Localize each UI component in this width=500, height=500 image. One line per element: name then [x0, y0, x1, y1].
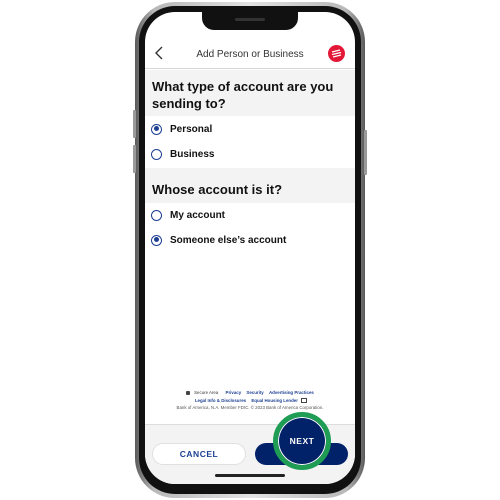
page-title: Add Person or Business [196, 48, 304, 60]
next-button-label[interactable]: NEXT [273, 412, 331, 470]
notch [202, 12, 298, 30]
lock-icon [186, 390, 191, 395]
radio-personal[interactable] [151, 123, 162, 135]
footer-row-links: Secure Area Privacy Security Advertising… [145, 389, 355, 397]
secure-area-label: Secure Area [194, 390, 219, 395]
privacy-link[interactable]: Privacy [226, 390, 242, 395]
volume-down-button [133, 145, 136, 173]
cancel-button[interactable]: CANCEL [152, 443, 246, 465]
radio-business[interactable] [151, 148, 162, 160]
nav-bar: Add Person or Business [145, 40, 355, 69]
option-personal[interactable]: Personal [151, 118, 349, 140]
equal-housing-link[interactable]: Equal Housing Lender [251, 398, 298, 403]
option-someone-else-label: Someone else’s account [170, 234, 287, 246]
legal-info-link[interactable]: Legal Info & Disclosures [195, 398, 246, 403]
option-business-label: Business [170, 148, 215, 160]
advertising-link[interactable]: Advertising Practices [269, 390, 314, 395]
bank-logo-icon [328, 45, 345, 62]
volume-up-button [133, 110, 136, 138]
option-personal-label: Personal [170, 123, 213, 135]
legal-text: Bank of America, N.A. Member FDIC. © 202… [176, 405, 324, 410]
option-my-account[interactable]: My account [151, 204, 349, 226]
option-someone-else[interactable]: Someone else’s account [151, 229, 349, 251]
equal-housing-icon [301, 397, 308, 403]
option-my-account-label: My account [170, 209, 226, 221]
footer-row-legal-links: Legal Info & Disclosures Equal Housing L… [145, 397, 355, 405]
home-indicator [215, 474, 285, 477]
option-business[interactable]: Business [151, 143, 349, 165]
account-type-question: What type of account are you sending to? [152, 79, 334, 111]
power-button [364, 130, 367, 175]
chevron-left-icon[interactable] [151, 42, 169, 64]
footer: Secure Area Privacy Security Advertising… [145, 389, 355, 412]
speaker [235, 18, 265, 21]
radio-someone-else[interactable] [151, 234, 162, 246]
radio-my-account[interactable] [151, 209, 162, 221]
secure-area[interactable]: Secure Area [186, 390, 220, 395]
owner-question: Whose account is it? [152, 182, 283, 197]
security-link[interactable]: Security [246, 390, 263, 395]
